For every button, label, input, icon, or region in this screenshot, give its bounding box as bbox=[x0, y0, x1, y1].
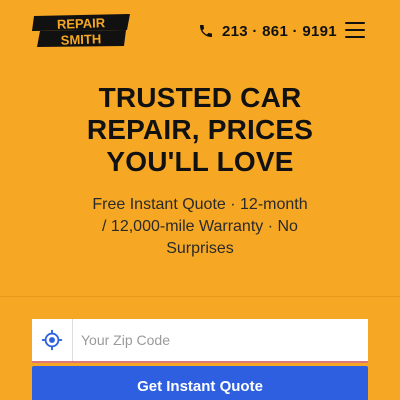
hero-title-line: REPAIR, PRICES bbox=[86, 114, 314, 145]
quote-form: Get Instant Quote bbox=[32, 319, 368, 400]
section-divider bbox=[0, 296, 400, 297]
menu-bar-bottom bbox=[345, 36, 365, 38]
repair-smith-logo[interactable]: REPAIR SMITH bbox=[30, 14, 132, 48]
site-header: REPAIR SMITH 213 · 861 · 9191 bbox=[0, 0, 400, 62]
hamburger-menu-icon[interactable] bbox=[345, 22, 365, 38]
menu-bar-top bbox=[345, 22, 365, 24]
hero-title-line: TRUSTED CAR bbox=[98, 82, 302, 113]
phone-icon bbox=[200, 25, 212, 37]
location-target-icon[interactable] bbox=[32, 319, 73, 361]
hero-subtitle-line: Free Instant Quote · 12-month bbox=[92, 196, 308, 213]
hero-subtitle-line: Surprises bbox=[166, 240, 234, 257]
phone-link[interactable]: 213 · 861 · 9191 bbox=[198, 20, 337, 42]
hero-subtitle-line: / 12,000-mile Warranty · No bbox=[102, 218, 298, 235]
logo-line1: REPAIR bbox=[57, 15, 106, 32]
hero-title-line: YOU'LL LOVE bbox=[106, 146, 294, 177]
menu-bar-middle bbox=[345, 29, 365, 31]
location-target-glyph bbox=[41, 329, 63, 351]
zip-field-row bbox=[32, 319, 368, 363]
hero-title: TRUSTED CAR REPAIR, PRICES YOU'LL LOVE bbox=[40, 82, 360, 178]
phone-number: 213 · 861 · 9191 bbox=[222, 22, 337, 40]
zip-code-input[interactable] bbox=[73, 319, 368, 361]
hero-subtitle: Free Instant Quote · 12-month / 12,000-m… bbox=[60, 194, 340, 260]
get-instant-quote-button[interactable]: Get Instant Quote bbox=[32, 366, 368, 400]
logo-line2: SMITH bbox=[61, 31, 102, 47]
